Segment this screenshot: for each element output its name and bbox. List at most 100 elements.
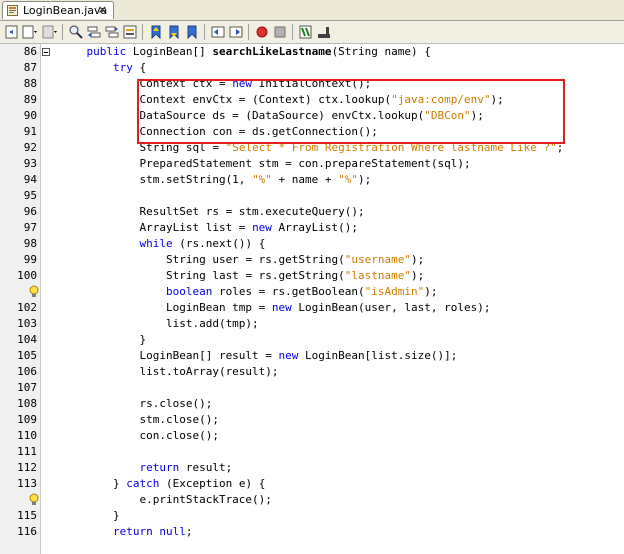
keyword-token: new — [278, 349, 299, 362]
line-number: 111 — [17, 445, 37, 458]
code-line[interactable]: 115 } — [0, 508, 624, 524]
code-text: stm.close(); — [60, 412, 218, 428]
tab-loginbean-java[interactable]: LoginBean.java × — [2, 1, 114, 19]
code-line[interactable]: 100 String last = rs.getString("lastname… — [0, 268, 624, 284]
line-number: 106 — [17, 365, 37, 378]
code-text: list.add(tmp); — [60, 316, 259, 332]
code-line[interactable]: e.printStackTrace(); — [0, 492, 624, 508]
code-token: + name + — [271, 173, 339, 186]
code-line[interactable]: 98 while (rs.next()) { — [0, 236, 624, 252]
line-number: 107 — [17, 381, 37, 394]
code-text: String last = rs.getString("lastname"); — [60, 268, 424, 284]
toolbar-separator — [248, 24, 249, 40]
code-text: e.printStackTrace(); — [60, 492, 271, 508]
code-line[interactable]: 113 } catch (Exception e) { — [0, 476, 624, 492]
code-line[interactable]: 97 ArrayList list = new ArrayList(); — [0, 220, 624, 236]
previous-bookmark-icon[interactable] — [148, 24, 164, 40]
toggle-highlight-icon[interactable] — [122, 24, 138, 40]
code-line[interactable]: 86 public LoginBean[] searchLikeLastname… — [0, 44, 624, 60]
code-line[interactable]: 103 list.add(tmp); — [0, 316, 624, 332]
shift-left-icon[interactable] — [210, 24, 226, 40]
editor-toolbar — [0, 21, 624, 44]
code-token: list.toArray(result); — [60, 365, 279, 378]
code-line[interactable]: 107 — [0, 380, 624, 396]
string-token: "%" — [252, 173, 272, 186]
code-token: ArrayList list = — [60, 221, 253, 234]
code-line[interactable]: 108 rs.close(); — [0, 396, 624, 412]
line-number: 92 — [23, 141, 37, 154]
close-icon[interactable]: × — [98, 3, 107, 16]
code-text: } catch (Exception e) { — [60, 476, 265, 492]
code-line[interactable]: 111 — [0, 444, 624, 460]
uncomment-icon[interactable] — [316, 24, 332, 40]
code-text: String user = rs.getString("username"); — [60, 252, 424, 268]
code-line[interactable]: 112 return result; — [0, 460, 624, 476]
code-token: LoginBean(user, last, roles); — [291, 301, 491, 314]
code-line[interactable]: 110 con.close(); — [0, 428, 624, 444]
code-text: return null; — [60, 524, 193, 540]
java-file-icon — [7, 5, 18, 16]
fold-collapse-icon[interactable] — [42, 48, 50, 56]
code-line[interactable]: 93 PreparedStatement stm = con.prepareSt… — [0, 156, 624, 172]
line-number: 87 — [23, 61, 37, 74]
code-token: } — [60, 509, 120, 522]
code-line[interactable]: 116 return null; — [0, 524, 624, 540]
string-token: "lastname" — [344, 269, 412, 282]
forward-icon[interactable] — [42, 24, 58, 40]
line-number: 116 — [17, 525, 37, 538]
warning-lightbulb-icon[interactable] — [28, 493, 40, 507]
line-number: 93 — [23, 157, 37, 170]
code-line[interactable]: 106 list.toArray(result); — [0, 364, 624, 380]
code-token: roles = rs.getBoolean( — [212, 285, 365, 298]
code-line[interactable]: 96 ResultSet rs = stm.executeQuery(); — [0, 204, 624, 220]
find-next-icon[interactable] — [104, 24, 120, 40]
toolbar-separator — [62, 24, 63, 40]
editor-tab-bar: LoginBean.java × — [0, 0, 624, 21]
code-editor[interactable]: 86 public LoginBean[] searchLikeLastname… — [0, 44, 624, 554]
code-line[interactable]: 95 — [0, 188, 624, 204]
line-number: 97 — [23, 221, 37, 234]
code-text: stm.setString(1, "%" + name + "%"); — [60, 172, 371, 188]
find-previous-icon[interactable] — [86, 24, 102, 40]
start-macro-icon[interactable] — [254, 24, 270, 40]
code-token: list.add(tmp); — [60, 317, 259, 330]
code-line[interactable]: 102 LoginBean tmp = new LoginBean(user, … — [0, 300, 624, 316]
shift-right-icon[interactable] — [228, 24, 244, 40]
next-bookmark-icon[interactable] — [166, 24, 182, 40]
toolbar-separator — [292, 24, 293, 40]
keyword-token: null — [159, 525, 186, 538]
code-line[interactable]: 109 stm.close(); — [0, 412, 624, 428]
code-line[interactable]: 99 String user = rs.getString("username"… — [0, 252, 624, 268]
keyword-token: while — [139, 237, 173, 250]
comment-icon[interactable] — [298, 24, 314, 40]
code-text: rs.close(); — [60, 396, 212, 412]
code-token: ArrayList(); — [271, 221, 359, 234]
find-icon[interactable] — [68, 24, 84, 40]
code-line[interactable]: 104 } — [0, 332, 624, 348]
line-number: 98 — [23, 237, 37, 250]
line-number: 113 — [17, 477, 37, 490]
code-token: String user = rs.getString( — [60, 253, 345, 266]
keyword-token: new — [252, 221, 272, 234]
code-line[interactable]: boolean roles = rs.getBoolean("isAdmin")… — [0, 284, 624, 300]
code-text: try { — [60, 60, 146, 76]
method-name-token: searchLikeLastname — [212, 45, 332, 58]
code-token: } — [60, 477, 127, 490]
line-number: 88 — [23, 77, 37, 90]
back-icon[interactable] — [4, 24, 20, 40]
warning-lightbulb-icon[interactable] — [28, 285, 40, 299]
code-line[interactable]: 94 stm.setString(1, "%" + name + "%"); — [0, 172, 624, 188]
code-line[interactable]: 105 LoginBean[] result = new LoginBean[l… — [0, 348, 624, 364]
code-text: list.toArray(result); — [60, 364, 279, 380]
toggle-bookmark-icon[interactable] — [184, 24, 200, 40]
line-number: 90 — [23, 109, 37, 122]
code-token: ); — [358, 173, 372, 186]
history-icon[interactable] — [22, 24, 38, 40]
line-number: 95 — [23, 189, 37, 202]
code-line[interactable]: 87 try { — [0, 60, 624, 76]
code-token: LoginBean[list.size()]; — [298, 349, 458, 362]
line-number: 110 — [17, 429, 37, 442]
stop-macro-icon[interactable] — [272, 24, 288, 40]
